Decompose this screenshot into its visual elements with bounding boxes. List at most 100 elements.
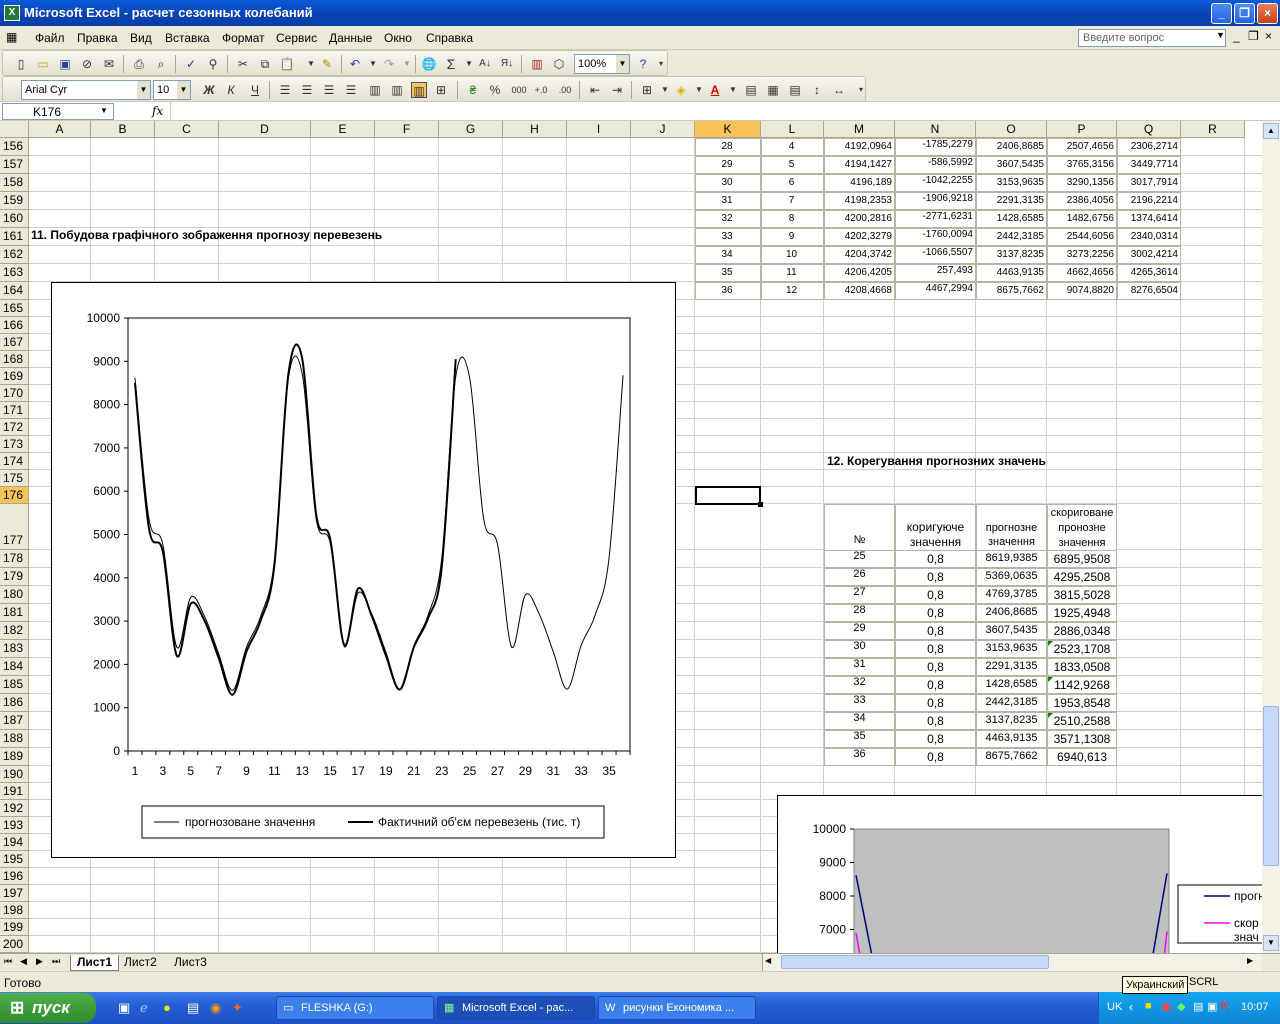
top-table-cell[interactable]: 4265,3614: [1117, 264, 1181, 282]
row-header-194[interactable]: 194: [0, 834, 29, 851]
top-table-cell[interactable]: 30: [695, 174, 761, 192]
row-header-195[interactable]: 195: [0, 851, 29, 868]
paste-dropdown-icon[interactable]: ▼: [303, 56, 319, 72]
adjust-table-cell[interactable]: 29: [824, 622, 895, 640]
first-sheet-icon[interactable]: ⏮: [4, 956, 12, 967]
sort-ascending-icon[interactable]: A↓: [477, 56, 493, 72]
print-icon[interactable]: ⎙: [131, 56, 147, 72]
top-table-cell[interactable]: 8276,6504: [1117, 282, 1181, 300]
adjust-table-cell[interactable]: 3815,5028: [1047, 586, 1117, 604]
column-header-G[interactable]: G: [439, 121, 503, 138]
row-header-164[interactable]: 164: [0, 282, 29, 300]
top-table-cell[interactable]: 3002,4214: [1117, 246, 1181, 264]
adjust-table-cell[interactable]: 3137,8235: [976, 712, 1047, 730]
show-desktop-icon[interactable]: ▣: [118, 1000, 130, 1016]
row-header-179[interactable]: 179: [0, 568, 29, 586]
top-table-cell[interactable]: 3153,9635: [976, 174, 1047, 192]
adjust-table-cell[interactable]: 0,8: [895, 568, 976, 586]
row-header-175[interactable]: 175: [0, 470, 29, 487]
grid-icon-1[interactable]: ▤: [743, 82, 759, 98]
top-table-cell[interactable]: 35: [695, 264, 761, 282]
row-header-180[interactable]: 180: [0, 586, 29, 604]
name-box[interactable]: K176: [2, 103, 114, 120]
menu-edit[interactable]: Правка: [77, 31, 118, 45]
toolbar-options-icon[interactable]: ▾: [653, 56, 669, 72]
row-header-189[interactable]: 189: [0, 748, 29, 766]
fill-handle[interactable]: [758, 502, 763, 507]
top-table-cell[interactable]: 4208,4668: [824, 282, 895, 300]
adjust-table-cell[interactable]: 6940,613: [1047, 748, 1117, 766]
app-quick-icon[interactable]: ✦: [232, 1000, 243, 1016]
currency-icon[interactable]: ₴: [465, 82, 481, 98]
top-table-cell[interactable]: 4: [761, 138, 824, 156]
vscroll-thumb[interactable]: [1263, 706, 1279, 866]
top-table-cell[interactable]: 3137,8235: [976, 246, 1047, 264]
ask-question-input[interactable]: Введите вопрос: [1078, 29, 1226, 47]
row-header-182[interactable]: 182: [0, 622, 29, 640]
toolbar-options-icon-2[interactable]: ▾: [853, 82, 869, 98]
ask-dropdown-icon[interactable]: ▼: [1216, 30, 1225, 40]
save-icon[interactable]: ▣: [57, 56, 73, 72]
merge-center-icon[interactable]: ▥: [411, 82, 427, 98]
adjust-table-cell[interactable]: 2406,8685: [976, 604, 1047, 622]
row-header-173[interactable]: 173: [0, 436, 29, 453]
adjust-table-cell[interactable]: 26: [824, 568, 895, 586]
adjust-table-cell[interactable]: 1142,9268: [1047, 676, 1117, 694]
doc-minimize-button[interactable]: _: [1233, 29, 1240, 43]
column-header-D[interactable]: D: [219, 121, 311, 138]
row-header-167[interactable]: 167: [0, 334, 29, 351]
vertical-scrollbar[interactable]: ▲ ▼: [1262, 121, 1280, 953]
top-table-cell[interactable]: 4194,1427: [824, 156, 895, 174]
language-indicator[interactable]: UK: [1107, 1001, 1122, 1013]
adjust-table-cell[interactable]: 0,8: [895, 550, 976, 568]
adjust-table-cell[interactable]: 30: [824, 640, 895, 658]
row-header-197[interactable]: 197: [0, 885, 29, 902]
top-table-cell[interactable]: 3765,3156: [1047, 156, 1117, 174]
scroll-down-icon[interactable]: ▼: [1263, 935, 1279, 951]
adjust-table-cell[interactable]: 0,8: [895, 676, 976, 694]
adjust-table-cell[interactable]: 0,8: [895, 604, 976, 622]
menu-data[interactable]: Данные: [329, 31, 372, 45]
formula-input[interactable]: [170, 102, 1280, 121]
menu-view[interactable]: Вид: [130, 31, 152, 45]
adjust-table-cell[interactable]: 2886,0348: [1047, 622, 1117, 640]
top-table-cell[interactable]: 4662,4656: [1047, 264, 1117, 282]
column-header-P[interactable]: P: [1047, 121, 1117, 138]
top-table-cell[interactable]: 12: [761, 282, 824, 300]
underline-button[interactable]: Ч: [247, 82, 263, 98]
top-table-cell[interactable]: -1760,0094: [895, 228, 976, 246]
top-table-cell[interactable]: 2507,4656: [1047, 138, 1117, 156]
top-table-cell[interactable]: 31: [695, 192, 761, 210]
top-table-cell[interactable]: 2386,4056: [1047, 192, 1117, 210]
menu-file[interactable]: Файл: [35, 31, 65, 45]
paste-icon[interactable]: 📋: [279, 56, 295, 72]
top-table-cell[interactable]: 4467,2994: [895, 282, 976, 300]
percent-button[interactable]: %: [487, 82, 503, 98]
scroll-left-icon[interactable]: ◀: [765, 956, 771, 965]
permission-icon[interactable]: ⊘: [79, 56, 95, 72]
prev-sheet-icon[interactable]: ◀: [20, 956, 27, 967]
column-width-icon[interactable]: ↔: [831, 82, 847, 98]
last-sheet-icon[interactable]: ⏭: [52, 956, 60, 967]
adjust-table-cell[interactable]: 8675,7662: [976, 748, 1047, 766]
row-header-198[interactable]: 198: [0, 902, 29, 919]
next-sheet-icon[interactable]: ▶: [36, 956, 43, 967]
menu-help[interactable]: Справка: [426, 31, 473, 45]
spelling-icon[interactable]: ✓: [183, 56, 199, 72]
menu-window[interactable]: Окно: [384, 31, 412, 45]
fill-color-dropdown-icon[interactable]: ▼: [691, 82, 707, 98]
font-size-dropdown-icon[interactable]: ▼: [177, 81, 190, 99]
column-header-L[interactable]: L: [761, 121, 824, 138]
adjust-table-cell[interactable]: 36: [824, 748, 895, 766]
column-header-M[interactable]: M: [824, 121, 895, 138]
top-table-cell[interactable]: 2442,3185: [976, 228, 1047, 246]
top-table-cell[interactable]: 6: [761, 174, 824, 192]
top-table-cell[interactable]: 29: [695, 156, 761, 174]
decrease-decimal-icon[interactable]: .00: [557, 82, 573, 98]
fill-color-icon[interactable]: ◈: [673, 82, 689, 98]
top-table-cell[interactable]: 1482,6756: [1047, 210, 1117, 228]
font-dropdown-icon[interactable]: ▼: [137, 81, 150, 99]
distributed-icon[interactable]: ▥: [367, 82, 383, 98]
adjust-table-cell[interactable]: 3571,1308: [1047, 730, 1117, 748]
research-icon[interactable]: ⚲: [205, 56, 221, 72]
